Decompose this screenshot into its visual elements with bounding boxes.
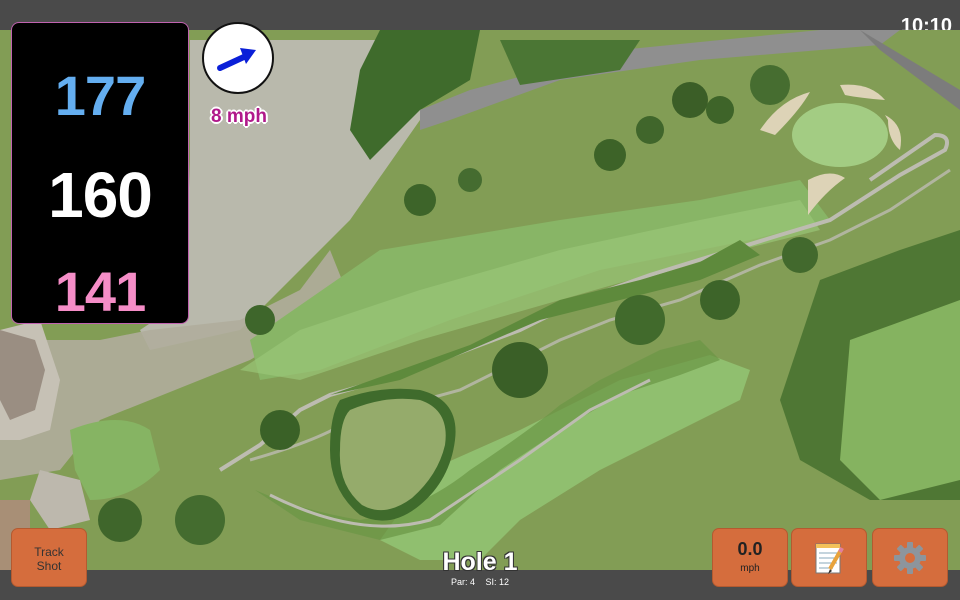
hole-title: Hole 1 <box>442 548 518 576</box>
arrow-icon <box>217 48 256 71</box>
gear-icon <box>894 542 926 574</box>
stroke-index-label: SI: 12 <box>485 577 510 587</box>
notes-button[interactable] <box>791 528 867 587</box>
back-distance: 177 <box>54 64 146 127</box>
track-shot-button[interactable]: Track Shot <box>11 528 87 587</box>
hole-info: Par: 4 SI: 12 <box>400 577 560 587</box>
speed-button[interactable]: 0.0 mph <box>712 528 788 587</box>
front-distance: 141 <box>54 260 146 323</box>
track-shot-label-line1: Track <box>34 545 64 559</box>
notepad-icon <box>815 543 844 574</box>
wind-speed: 8 mph <box>211 106 267 127</box>
speed-value: 0.0 <box>737 539 763 559</box>
middle-distance: 160 <box>48 159 153 231</box>
speed-unit: mph <box>740 563 760 574</box>
distance-panel: 177 160 141 <box>11 22 189 324</box>
settings-button[interactable] <box>872 528 948 587</box>
track-shot-label-line2: Shot <box>36 559 62 573</box>
wind-indicator <box>202 22 274 94</box>
par-label: Par: 4 <box>450 577 475 587</box>
